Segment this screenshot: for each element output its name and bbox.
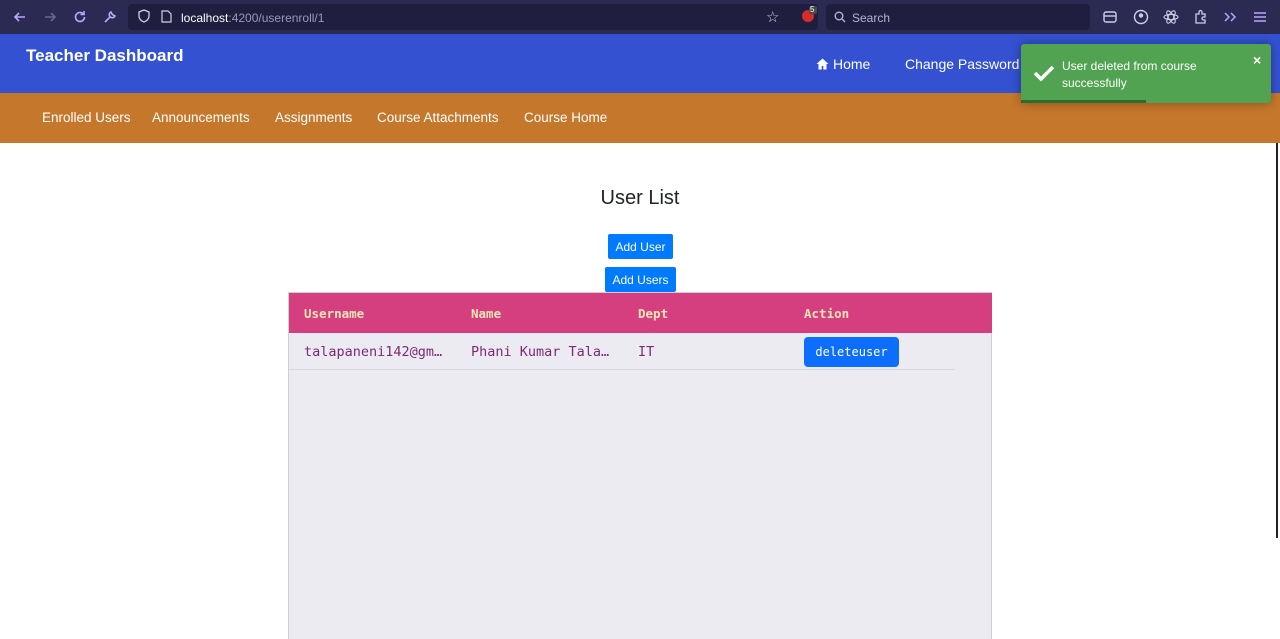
cell-dept: IT xyxy=(638,344,655,360)
column-header-name: Name xyxy=(471,306,502,321)
home-link-label: Home xyxy=(833,56,871,72)
wrench-icon[interactable] xyxy=(99,7,121,27)
overflow-chevrons-icon[interactable] xyxy=(1222,9,1238,25)
user-table: Username Name Dept Action talapaneni142@… xyxy=(288,292,992,639)
column-header-action: Action xyxy=(804,306,850,321)
column-header-dept: Dept xyxy=(638,306,669,321)
checkmark-icon xyxy=(1033,64,1055,87)
nav-announcements[interactable]: Announcements xyxy=(152,110,250,125)
scrollbar[interactable] xyxy=(1276,143,1278,538)
menu-icon[interactable] xyxy=(1252,9,1268,25)
search-placeholder: Search xyxy=(852,11,891,25)
account-icon[interactable] xyxy=(1133,9,1149,25)
search-icon xyxy=(834,10,846,28)
toast-message: User deleted from course successfully xyxy=(1062,59,1197,90)
app-title: Teacher Dashboard xyxy=(26,46,184,65)
table-header: Username Name Dept Action xyxy=(289,293,992,333)
add-user-button[interactable]: Add User xyxy=(608,234,673,259)
search-input[interactable]: Search xyxy=(826,4,1090,30)
nav-course-attachments[interactable]: Course Attachments xyxy=(377,110,499,125)
change-password-link[interactable]: Change Password xyxy=(905,56,1019,72)
back-icon[interactable] xyxy=(9,7,31,27)
shield-icon[interactable] xyxy=(138,9,150,28)
react-devtools-icon[interactable] xyxy=(1163,9,1179,25)
home-icon xyxy=(816,58,829,70)
extension-badge-count: 5 xyxy=(810,5,815,14)
page-icon xyxy=(161,10,172,28)
bookmark-star-icon[interactable]: ☆ xyxy=(766,8,779,26)
delete-user-button[interactable]: deleteuser xyxy=(804,337,899,367)
reload-icon[interactable] xyxy=(69,7,91,27)
cell-username: talapaneni142@gmail.com xyxy=(304,344,444,360)
nav-assignments[interactable]: Assignments xyxy=(275,110,352,125)
toast-close-icon[interactable]: × xyxy=(1253,52,1261,68)
library-icon[interactable] xyxy=(1102,9,1118,25)
url-bar[interactable]: localhost:4200/userenroll/1 ☆ xyxy=(128,4,818,30)
table-row: talapaneni142@gmail.com Phani Kumar Tala… xyxy=(289,333,955,370)
column-header-username: Username xyxy=(304,306,365,321)
browser-toolbar: localhost:4200/userenroll/1 ☆ 5 Search xyxy=(0,0,1280,34)
cell-name: Phani Kumar Talapaneni xyxy=(471,344,611,360)
page-title: User List xyxy=(600,187,680,209)
nav-enrolled-users[interactable]: Enrolled Users xyxy=(42,110,131,125)
home-link[interactable]: Home xyxy=(816,56,870,72)
extension-icon[interactable]: 5 xyxy=(800,5,818,25)
toast-progress-bar xyxy=(1021,100,1146,103)
extensions-puzzle-icon[interactable] xyxy=(1193,9,1209,25)
forward-icon[interactable] xyxy=(39,7,61,27)
url-text: localhost:4200/userenroll/1 xyxy=(181,11,325,25)
nav-course-home[interactable]: Course Home xyxy=(524,110,607,125)
success-toast[interactable]: User deleted from course successfully × xyxy=(1021,44,1271,103)
add-users-button[interactable]: Add Users xyxy=(605,267,676,292)
change-password-label: Change Password xyxy=(905,56,1020,72)
